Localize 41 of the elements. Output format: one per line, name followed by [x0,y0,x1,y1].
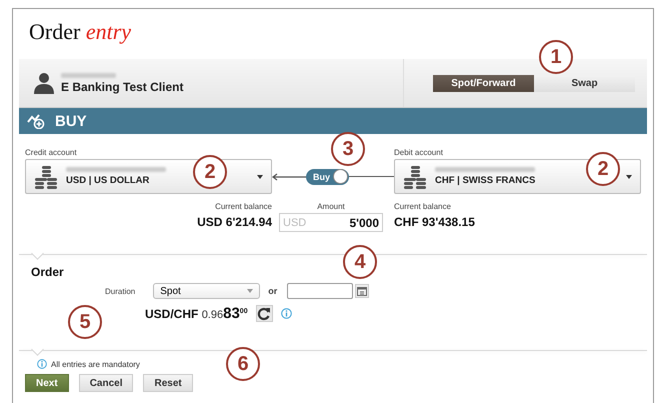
balance-label: Current balance [215,202,272,211]
callout-number: 5 [68,305,102,339]
amount-label: Amount [317,202,345,211]
date-field[interactable] [287,283,354,299]
duration-label: Duration [105,286,136,296]
calendar-icon[interactable] [355,284,370,298]
dropdown-caret-icon [257,174,263,178]
coins-icon [34,164,60,190]
callout-number: 6 [226,347,260,381]
left-arrow-icon [272,172,306,180]
account-label: Credit account [25,148,78,157]
exchange-rate: USD/CHF 0.9683$^{00}$ [145,305,248,322]
mandatory-note: All entries are mandatory [51,360,140,368]
chart-plus-icon [27,113,45,129]
toggle-switch[interactable]: Buy [306,168,350,184]
callout-number: 4 [343,245,377,279]
balance-value: USD 6'214.94 [197,215,272,229]
info-icon[interactable] [280,308,292,319]
or-label: or [268,286,278,296]
form-button[interactable]: Reset [143,374,193,392]
section-heading: Order [31,265,65,279]
tab[interactable]: Spot/Forward [433,74,534,92]
account-label: Debit account [394,148,444,157]
client-name: E Banking Test Client [61,80,184,94]
form-button[interactable]: Cancel [78,374,134,392]
dropdown-caret-icon [626,174,632,178]
info-icon [37,359,47,369]
coins-icon [403,164,429,190]
callout-number: 1 [539,40,573,74]
user-icon [33,72,55,94]
duration-dropdown[interactable]: Spot [153,283,260,299]
page-title: Order entry [29,19,132,46]
callout-number: 3 [331,132,365,166]
next-button[interactable]: Next [25,374,69,392]
redacted-client-number [61,72,116,78]
balance-value: CHF 93'438.15 [394,215,476,229]
amount-field[interactable]: USD 5'000 [279,213,383,232]
action-title: BUY [55,112,87,130]
dropdown-caret-icon [247,289,254,293]
balance-label: Current balance [394,202,452,211]
refresh-icon[interactable] [256,305,273,322]
